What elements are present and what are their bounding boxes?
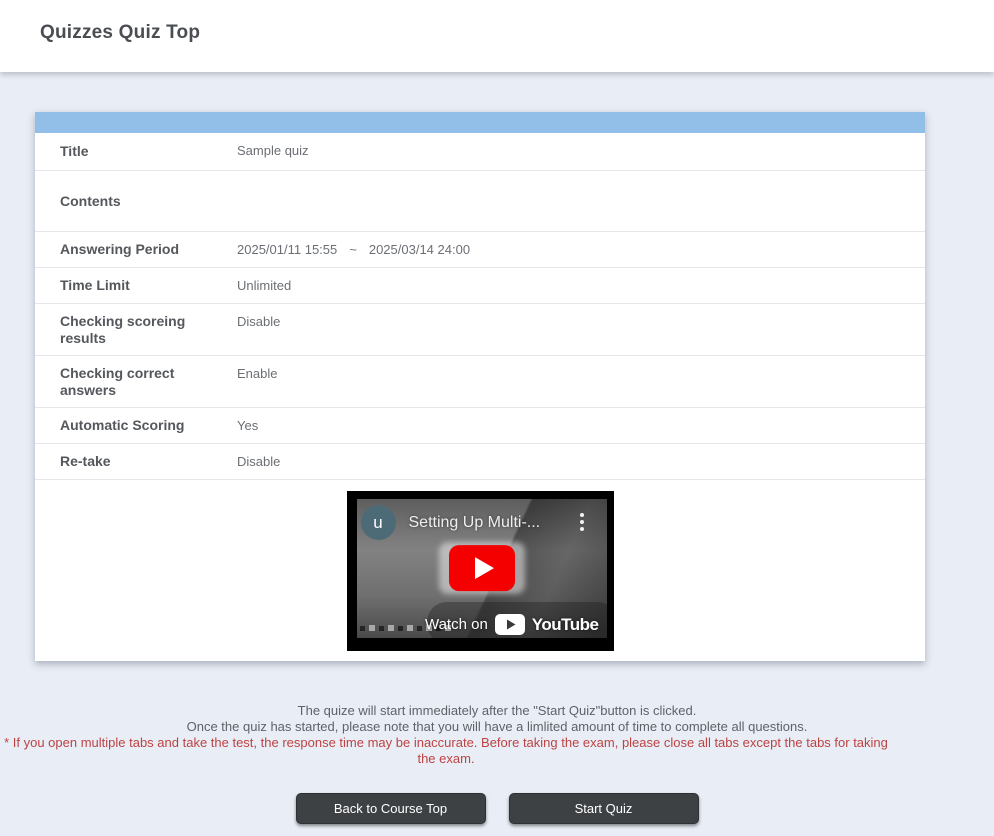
- youtube-wordmark: YouTube: [532, 615, 599, 635]
- back-to-course-top-button[interactable]: Back to Course Top: [296, 793, 486, 824]
- info-row-title: Title Sample quiz: [35, 133, 925, 171]
- page-title: Quizzes Quiz Top: [0, 0, 994, 44]
- footer-notes: The quize will start immediately after t…: [0, 703, 994, 767]
- page-header: Quizzes Quiz Top: [0, 0, 994, 72]
- info-row-automatic-scoring: Automatic Scoring Yes: [35, 408, 925, 444]
- watch-on-youtube-link[interactable]: Watch on YouTube: [425, 614, 599, 635]
- info-label: Automatic Scoring: [35, 408, 237, 443]
- youtube-embed[interactable]: u Setting Up Multi-... Watch on YouTube: [347, 491, 614, 651]
- info-row-time-limit: Time Limit Unlimited: [35, 268, 925, 304]
- info-row-retake: Re-take Disable: [35, 444, 925, 480]
- info-value: Unlimited: [237, 268, 925, 303]
- info-value: Disable: [237, 304, 925, 355]
- period-to: 2025/03/14 24:00: [369, 242, 470, 257]
- info-row-answering-period: Answering Period 2025/01/11 15:55 ~2025/0…: [35, 232, 925, 268]
- info-label: Answering Period: [35, 232, 237, 267]
- video-title[interactable]: Setting Up Multi-...: [409, 514, 541, 532]
- video-thumbnail[interactable]: u Setting Up Multi-... Watch on YouTube: [357, 499, 607, 638]
- watch-on-label: Watch on: [425, 616, 488, 633]
- info-value: Sample quiz: [237, 133, 925, 170]
- info-row-contents: Contents: [35, 171, 925, 232]
- info-value: Yes: [237, 408, 925, 443]
- action-buttons: Back to Course Top Start Quiz: [0, 793, 994, 824]
- kebab-menu-icon[interactable]: [580, 513, 584, 531]
- main-content: Title Sample quiz Contents Answering Per…: [0, 112, 994, 824]
- info-row-checking-correct-answers: Checking correct answers Enable: [35, 356, 925, 408]
- info-label: Re-take: [35, 444, 237, 479]
- play-button[interactable]: [449, 545, 515, 591]
- info-label: Time Limit: [35, 268, 237, 303]
- info-label: Checking scoreing results: [35, 304, 237, 355]
- note-line-2: Once the quiz has started, please note t…: [0, 719, 994, 735]
- info-label: Checking correct answers: [35, 356, 237, 407]
- play-icon: [475, 557, 494, 579]
- video-row: u Setting Up Multi-... Watch on YouTube: [35, 480, 925, 661]
- youtube-logo-icon: [495, 614, 525, 635]
- info-value: [237, 171, 925, 231]
- period-separator: ~: [349, 242, 357, 257]
- start-quiz-button[interactable]: Start Quiz: [509, 793, 699, 824]
- info-label: Contents: [35, 171, 237, 231]
- channel-avatar[interactable]: u: [361, 505, 396, 540]
- period-from: 2025/01/11 15:55: [237, 242, 337, 257]
- info-label: Title: [35, 133, 237, 170]
- info-row-checking-scoring-results: Checking scoreing results Disable: [35, 304, 925, 356]
- info-value: Enable: [237, 356, 925, 407]
- quiz-info-card: Title Sample quiz Contents Answering Per…: [35, 112, 925, 661]
- note-line-1: The quize will start immediately after t…: [0, 703, 994, 719]
- accent-bar: [35, 112, 925, 133]
- info-value: Disable: [237, 444, 925, 479]
- info-value: 2025/01/11 15:55 ~2025/03/14 24:00: [237, 232, 925, 267]
- warning-note: * If you open multiple tabs and take the…: [0, 735, 892, 767]
